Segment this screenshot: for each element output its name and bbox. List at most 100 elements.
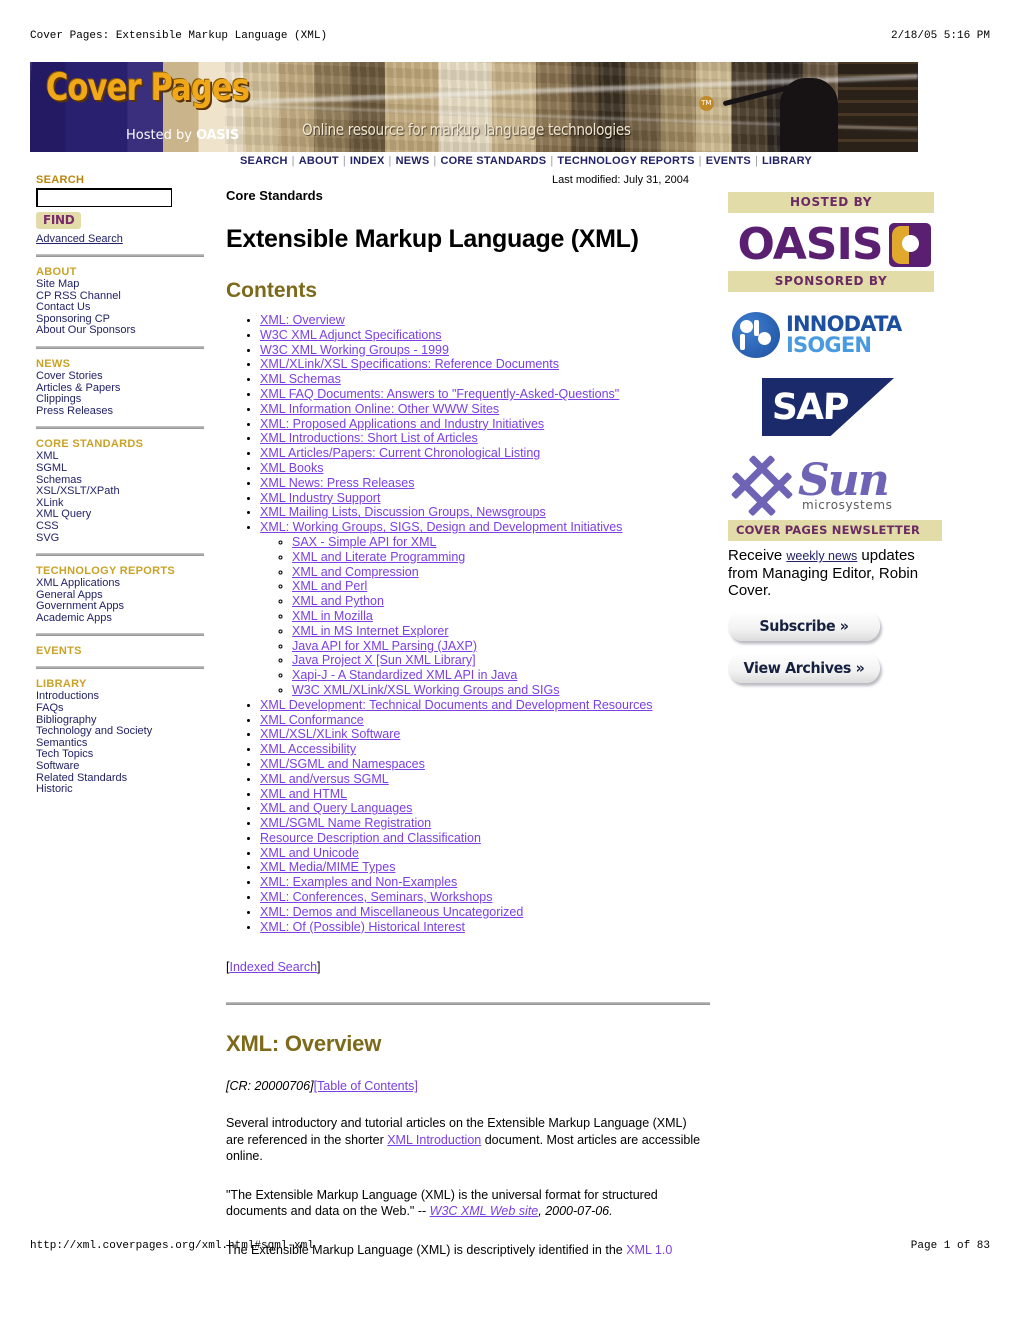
toc-link[interactable]: XML and/versus SGML	[260, 772, 389, 786]
toc-link[interactable]: XML Introductions: Short List of Article…	[260, 431, 478, 445]
sidebar-item-academic-apps[interactable]: Academic Apps	[36, 612, 214, 625]
nav-item-index[interactable]: INDEX	[350, 155, 385, 167]
banner-title: Cover Pages	[46, 66, 250, 109]
toc-link[interactable]: XML FAQ Documents: Answers to "Frequentl…	[260, 387, 619, 401]
toc-link[interactable]: XML Books	[260, 461, 323, 475]
print-footer: http://xml.coverpages.org/xml.html#sgml-…	[0, 1240, 1020, 1252]
nav-item-events[interactable]: EVENTS	[706, 155, 751, 167]
sidebar-item-sgml[interactable]: SGML	[36, 462, 214, 475]
sidebar-item-cover-stories[interactable]: Cover Stories	[36, 370, 214, 383]
oasis-logo[interactable]: OASIS	[728, 219, 940, 271]
toc-link[interactable]: XML Industry Support	[260, 491, 380, 505]
toc-link[interactable]: XML Accessibility	[260, 742, 356, 756]
toc-link[interactable]: XML/SGML and Namespaces	[260, 757, 425, 771]
toc-link[interactable]: XML and Query Languages	[260, 801, 412, 815]
toc-link[interactable]: XML Articles/Papers: Current Chronologic…	[260, 446, 540, 460]
toc-link[interactable]: XML Conformance	[260, 713, 364, 727]
toc-link[interactable]: XML: Demos and Miscellaneous Uncategoriz…	[260, 905, 523, 919]
toc-sublink[interactable]: SAX - Simple API for XML	[292, 535, 437, 549]
sidebar-section-core-standards: CORE STANDARDS XML SGML Schemas XSL/XSLT…	[36, 438, 214, 544]
search-input-wrapper[interactable]	[36, 188, 172, 207]
innodata-isogen-logo[interactable]: INNODATA ISOGEN	[728, 306, 940, 364]
list-item: XML/SGML Name Registration	[260, 816, 714, 831]
list-item: XML Articles/Papers: Current Chronologic…	[260, 446, 714, 461]
paragraph-quote: "The Extensible Markup Language (XML) is…	[226, 1187, 704, 1220]
sidebar-item-xsl-xslt-xpath[interactable]: XSL/XSLT/XPath	[36, 486, 214, 498]
toc-sublink[interactable]: XML and Perl	[292, 579, 367, 593]
sidebar-item-site-map[interactable]: Site Map	[36, 278, 214, 291]
list-item: W3C XML Adjunct Specifications	[260, 328, 714, 343]
toc-link[interactable]: XML Media/MIME Types	[260, 860, 395, 874]
sun-microsystems-logo[interactable]: Sun microsystems	[728, 452, 940, 520]
sidebar-item-press-releases[interactable]: Press Releases	[36, 405, 214, 418]
toc-link[interactable]: XML/SGML Name Registration	[260, 816, 431, 830]
nav-item-technology-reports[interactable]: TECHNOLOGY REPORTS	[557, 155, 694, 167]
sidebar-item-historic[interactable]: Historic	[36, 784, 214, 796]
list-item: Java API for XML Parsing (JAXP)	[292, 639, 714, 654]
list-item: XML Information Online: Other WWW Sites	[260, 402, 714, 417]
list-item: Resource Description and Classification	[260, 831, 714, 846]
toc-sublink[interactable]: XML in Mozilla	[292, 609, 373, 623]
nav-item-about[interactable]: ABOUT	[299, 155, 339, 167]
toc-link[interactable]: XML and Unicode	[260, 846, 359, 860]
toc-link[interactable]: XML: Proposed Applications and Industry …	[260, 417, 544, 431]
sidebar-item-xml-applications[interactable]: XML Applications	[36, 577, 214, 590]
toc-link[interactable]: XML Mailing Lists, Discussion Groups, Ne…	[260, 505, 546, 519]
find-button[interactable]: FIND	[36, 212, 82, 229]
toc-link[interactable]: XML: Of (Possible) Historical Interest	[260, 920, 465, 934]
toc-sublink[interactable]: Java Project X [Sun XML Library]	[292, 653, 476, 667]
toc-link[interactable]: XML: Working Groups, SIGS, Design and De…	[260, 520, 622, 534]
toc-sublink[interactable]: Java API for XML Parsing (JAXP)	[292, 639, 477, 653]
indexed-search-link[interactable]: Indexed Search	[229, 960, 317, 974]
nav-item-news[interactable]: NEWS	[396, 155, 430, 167]
sidebar-item-clippings[interactable]: Clippings	[36, 394, 214, 406]
list-item: XML Industry Support	[260, 491, 714, 506]
weekly-news-link[interactable]: weekly news	[786, 549, 857, 563]
toc-link[interactable]: XML and HTML	[260, 787, 347, 801]
table-of-contents-link[interactable]: [Table of Contents]	[314, 1079, 418, 1093]
toc-link[interactable]: XML/XLink/XSL Specifications: Reference …	[260, 357, 559, 371]
left-sidebar: SEARCH FIND Advanced Search ABOUT Site M…	[36, 174, 214, 796]
toc-link[interactable]: W3C XML Adjunct Specifications	[260, 328, 442, 342]
toc-sublink[interactable]: XML in MS Internet Explorer	[292, 624, 449, 638]
toc-sublink[interactable]: Xapi-J - A Standardized XML API in Java	[292, 668, 517, 682]
toc-link[interactable]: XML: Overview	[260, 313, 345, 327]
toc-sublink[interactable]: XML and Python	[292, 594, 384, 608]
sidebar-item-about-our-sponsors[interactable]: About Our Sponsors	[36, 325, 214, 337]
nav-item-library[interactable]: LIBRARY	[762, 155, 812, 167]
sap-logo[interactable]: SAP	[762, 378, 894, 436]
sidebar-item-css[interactable]: CSS	[36, 520, 214, 533]
print-header-timestamp: 2/18/05 5:16 PM	[890, 30, 990, 42]
list-item: XML News: Press Releases	[260, 476, 714, 491]
toc-link[interactable]: W3C XML Working Groups - 1999	[260, 343, 449, 357]
sidebar-item-svg[interactable]: SVG	[36, 532, 214, 545]
toc-link[interactable]: XML Development: Technical Documents and…	[260, 698, 653, 712]
w3c-xml-web-site-link[interactable]: W3C XML Web site	[430, 1204, 539, 1218]
main-navigation[interactable]: SEARCH | ABOUT | INDEX | NEWS | CORE STANDARDS | T…	[240, 155, 812, 167]
nav-item-core-standards[interactable]: CORE STANDARDS	[440, 155, 546, 167]
toc-link[interactable]: Resource Description and Classification	[260, 831, 481, 845]
toc-link[interactable]: XML: Conferences, Seminars, Workshops	[260, 890, 493, 904]
sidebar-item-faqs[interactable]: FAQs	[36, 702, 214, 715]
nav-separator: |	[433, 155, 437, 167]
xml-introduction-link[interactable]: XML Introduction	[387, 1133, 481, 1147]
subscribe-button[interactable]: Subscribe »	[728, 611, 880, 641]
toc-link[interactable]: XML: Examples and Non-Examples	[260, 875, 457, 889]
toc-sublink[interactable]: W3C XML/XLink/XSL Working Groups and SIG…	[292, 683, 559, 697]
toc-link[interactable]: XML Information Online: Other WWW Sites	[260, 402, 499, 416]
sidebar-item-xml-query[interactable]: XML Query	[36, 509, 214, 521]
toc-link[interactable]: XML/XSL/XLink Software	[260, 727, 400, 741]
advanced-search-link[interactable]: Advanced Search	[36, 233, 214, 245]
toc-sublink[interactable]: XML and Compression	[292, 565, 419, 579]
site-banner[interactable]: TM Cover Pages Hosted by OASIS Online re…	[30, 62, 918, 152]
nav-item-search[interactable]: SEARCH	[240, 155, 288, 167]
view-archives-button[interactable]: View Archives »	[728, 653, 880, 683]
sidebar-section-library: LIBRARY Introductions FAQs Bibliography …	[36, 678, 214, 795]
sidebar-heading-events[interactable]: EVENTS	[36, 645, 214, 657]
search-input[interactable]	[38, 190, 171, 206]
list-item: XML Conformance	[260, 713, 714, 728]
toc-sublink[interactable]: XML and Literate Programming	[292, 550, 465, 564]
toc-link[interactable]: XML News: Press Releases	[260, 476, 414, 490]
sidebar-item-software[interactable]: Software	[36, 760, 214, 773]
toc-link[interactable]: XML Schemas	[260, 372, 341, 386]
